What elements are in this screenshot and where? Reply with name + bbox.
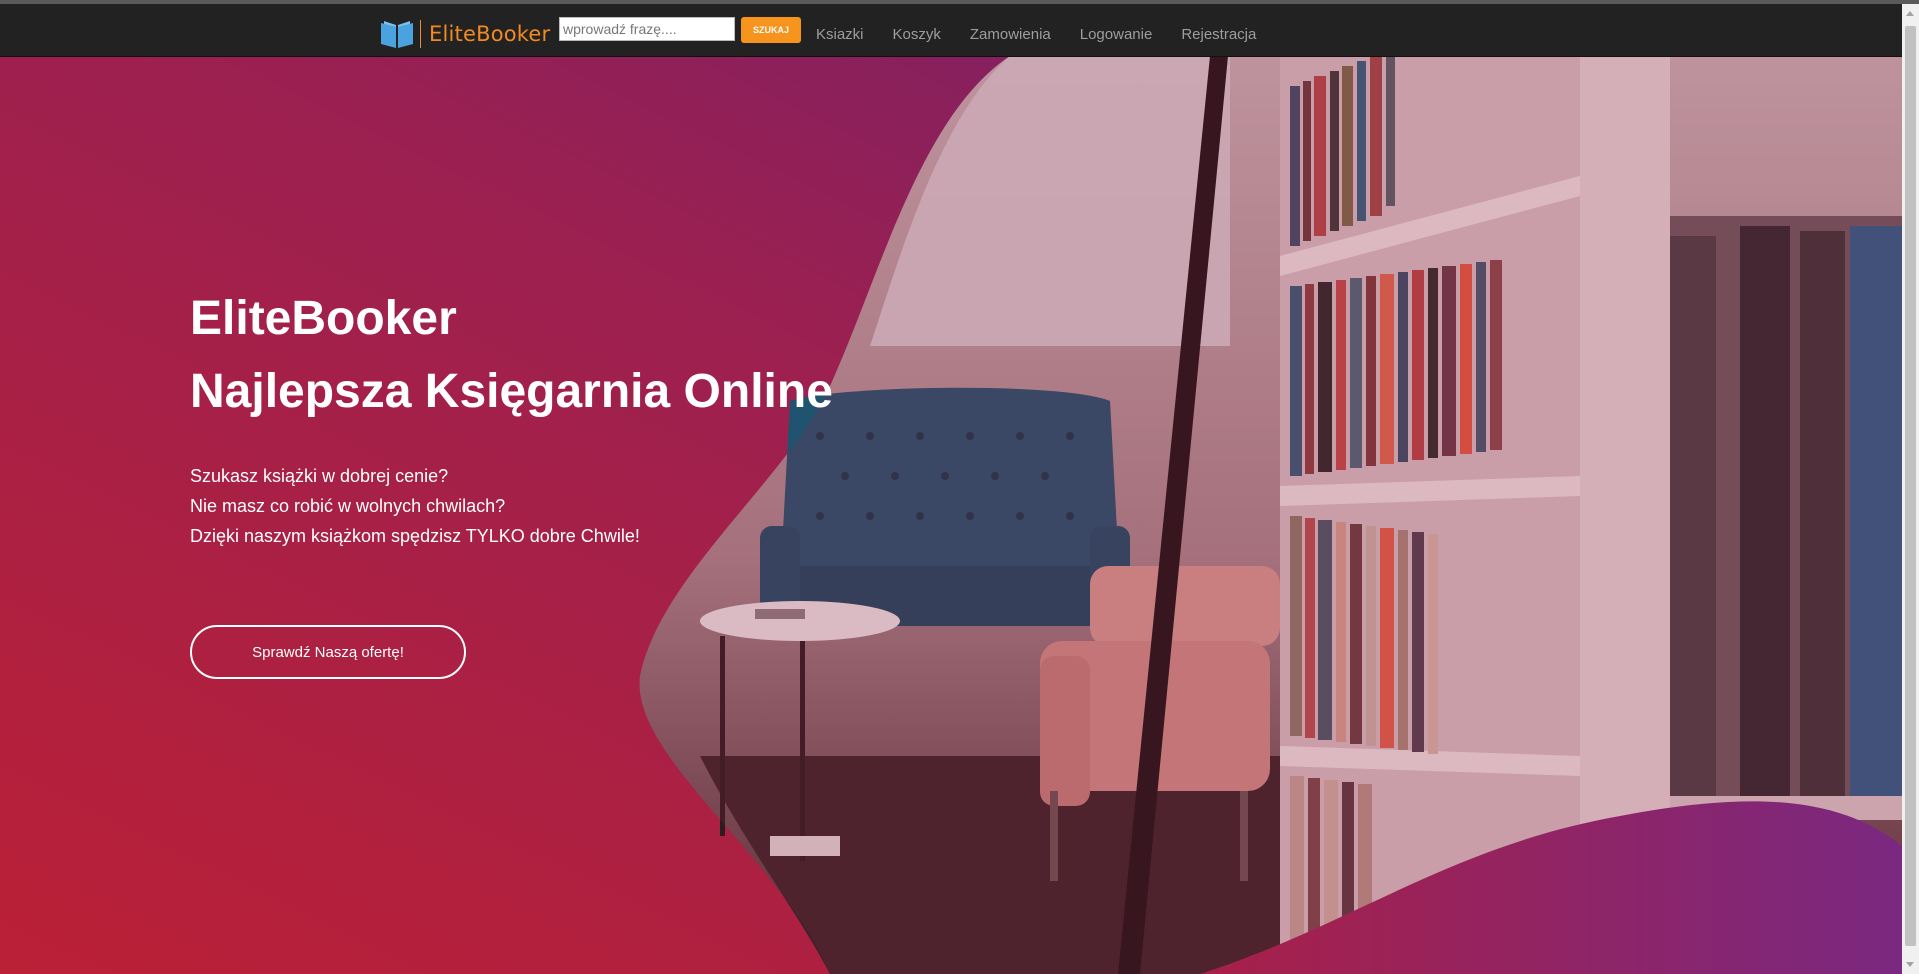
nav-links: Ksiazki Koszyk Zamowienia Logowanie Reje… [816,8,1285,60]
scroll-down-icon[interactable] [1906,962,1914,967]
nav-link-koszyk[interactable]: Koszyk [893,26,941,43]
scrollbar-thumb[interactable] [1905,26,1916,946]
navbar: EliteBooker SZUKAJ Ksiazki Koszyk Zamowi… [0,4,1902,57]
hero-title-line: EliteBooker [190,292,457,345]
search-button[interactable]: SZUKAJ [741,17,801,43]
search-input[interactable] [559,17,735,41]
hero-section: EliteBooker Najlepsza Księgarnia Online … [0,56,1902,974]
brand-logo[interactable]: EliteBooker [380,17,550,51]
hero-title-line: Najlepsza Księgarnia Online [190,365,833,418]
hero-description-line: Dzięki naszym książkom spędzisz TYLKO do… [190,526,640,546]
nav-link-rejestracja[interactable]: Rejestracja [1181,26,1256,43]
hero-description-line: Nie masz co robić w wolnych chwilach? [190,496,506,516]
page-scrollbar[interactable] [1902,4,1919,974]
nav-link-zamowienia[interactable]: Zamowienia [970,26,1051,43]
open-book-icon [381,21,413,48]
check-offer-button[interactable]: Sprawdź Naszą ofertę! [190,625,466,679]
brand-name: EliteBooker [429,22,551,46]
brand-divider [420,20,421,48]
nav-link-ksiazki[interactable]: Ksiazki [816,26,864,43]
nav-link-logowanie[interactable]: Logowanie [1080,26,1153,43]
hero-description: Szukasz książki w dobrej cenie? Nie masz… [190,461,640,551]
hero-description-line: Szukasz książki w dobrej cenie? [190,466,449,486]
page: EliteBooker SZUKAJ Ksiazki Koszyk Zamowi… [0,0,1919,974]
hero-title: EliteBooker Najlepsza Księgarnia Online [190,282,833,428]
scroll-up-icon[interactable] [1906,11,1914,16]
